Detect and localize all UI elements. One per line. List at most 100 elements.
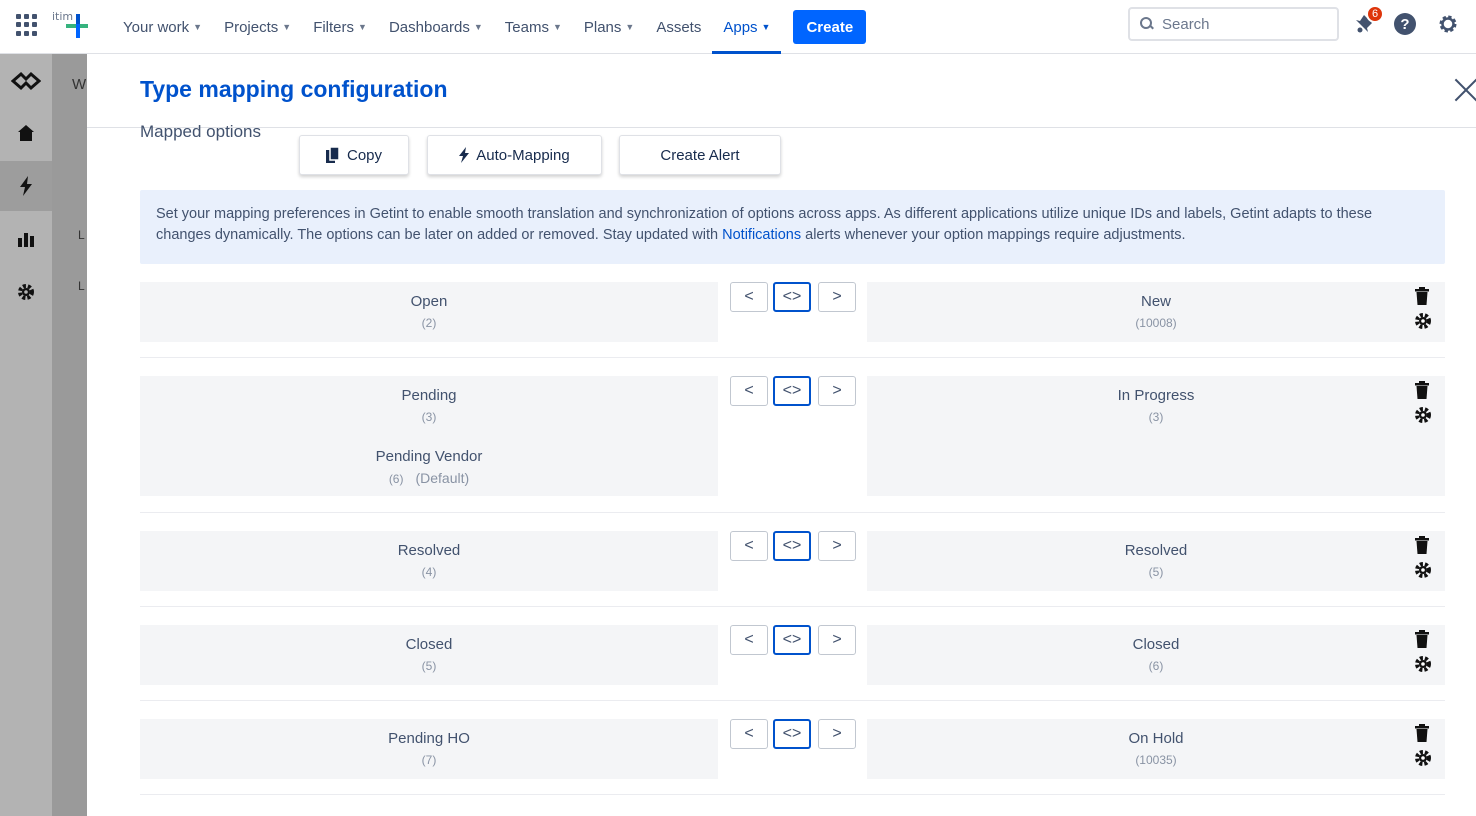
app-switcher-icon[interactable] (16, 14, 38, 36)
nav-apps[interactable]: Apps ▼ (712, 0, 782, 54)
left-option-card[interactable]: Resolved (4) (140, 531, 718, 591)
row-divider (140, 700, 1445, 701)
option-id: (7) (421, 753, 437, 767)
nav-projects[interactable]: Projects ▼ (213, 0, 302, 54)
trash-icon[interactable] (1414, 381, 1430, 399)
right-option-card[interactable]: Closed (6) (867, 625, 1445, 685)
chevron-down-icon: ▼ (282, 22, 292, 32)
trash-icon[interactable] (1414, 287, 1430, 305)
nav-plans-label: Plans (583, 18, 622, 36)
logo[interactable]: itim (52, 8, 92, 42)
gear-icon[interactable] (1414, 406, 1432, 424)
option-id: (5) (421, 659, 437, 673)
search-input[interactable]: Search (1128, 7, 1339, 41)
nav-filters[interactable]: Filters ▼ (302, 0, 378, 54)
option-name: Pending Vendor (375, 448, 483, 465)
option-name: Open (410, 293, 448, 310)
nav-projects-label: Projects (224, 18, 279, 36)
create-alert-label: Create Alert (660, 146, 740, 164)
rail-settings-icon[interactable] (0, 267, 52, 317)
settings-gear-icon[interactable] (1436, 12, 1460, 36)
right-option-card[interactable]: New (10008) (867, 282, 1445, 342)
map-both-button[interactable]: <> (773, 376, 811, 406)
map-both-button[interactable]: <> (773, 719, 811, 749)
info-text-after: alerts whenever your option mappings req… (801, 227, 1186, 243)
map-left-button[interactable]: < (730, 282, 768, 312)
option-id-with-default: (6) (Default) (140, 470, 718, 486)
option-name: Closed (405, 636, 453, 653)
nav-plans[interactable]: Plans ▼ (573, 0, 645, 54)
option-id: (10008) (1135, 316, 1177, 330)
nav-apps-label: Apps (723, 18, 758, 36)
notification-badge: 6 (1366, 5, 1384, 23)
gear-icon[interactable] (1414, 749, 1432, 767)
gear-icon[interactable] (1414, 561, 1432, 579)
right-option-card[interactable]: In Progress (3) (867, 376, 1445, 496)
map-right-button[interactable]: > (818, 376, 856, 406)
row-divider (140, 357, 1445, 358)
rail-chart-icon[interactable] (0, 214, 52, 264)
option-id: (3) (1148, 410, 1164, 424)
option-name: On Hold (1128, 730, 1184, 747)
trash-icon[interactable] (1414, 724, 1430, 742)
left-option-card[interactable]: Pending HO (7) (140, 719, 718, 779)
create-button[interactable]: Create (793, 10, 867, 44)
modal-title: Type mapping configuration (140, 76, 448, 102)
gear-icon[interactable] (1414, 655, 1432, 673)
map-both-button[interactable]: <> (773, 282, 811, 312)
create-alert-button[interactable]: Create Alert (619, 135, 781, 175)
right-option-card[interactable]: On Hold (10035) (867, 719, 1445, 779)
nav-your-work[interactable]: Your work ▼ (112, 0, 213, 54)
map-left-button[interactable]: < (730, 719, 768, 749)
map-left-button[interactable]: < (730, 625, 768, 655)
trash-icon[interactable] (1414, 536, 1430, 554)
rail-home-icon[interactable] (0, 108, 52, 158)
rail-sync-icon[interactable] (0, 56, 52, 106)
option-name: New (1140, 293, 1171, 310)
option-name: In Progress (1117, 387, 1195, 404)
option-id: (5) (1148, 565, 1164, 579)
left-option-card[interactable]: Open (2) (140, 282, 718, 342)
copy-icon (325, 147, 340, 163)
chevron-down-icon: ▼ (552, 22, 562, 32)
nav-dashboards[interactable]: Dashboards ▼ (378, 0, 494, 54)
nav-assets-label: Assets (656, 18, 702, 36)
option-id: (6) (1148, 659, 1164, 673)
map-right-button[interactable]: > (818, 719, 856, 749)
map-right-button[interactable]: > (818, 282, 856, 312)
rail-lightning-icon[interactable] (0, 161, 52, 211)
nav-teams-label: Teams (504, 18, 549, 36)
notifications-link[interactable]: Notifications (722, 227, 801, 243)
map-right-button[interactable]: > (818, 625, 856, 655)
trash-icon[interactable] (1414, 630, 1430, 648)
left-option-card[interactable]: Closed (5) (140, 625, 718, 685)
search-placeholder: Search (1162, 15, 1210, 33)
close-icon[interactable] (1454, 78, 1476, 102)
chevron-down-icon: ▼ (625, 22, 635, 32)
map-both-button[interactable]: <> (773, 625, 811, 655)
auto-mapping-button[interactable]: Auto-Mapping (427, 135, 602, 175)
nav-menu: Your work ▼ Projects ▼ Filters ▼ Dashboards… (112, 0, 867, 54)
option-id: (4) (421, 565, 437, 579)
mapped-options-label: Mapped options (140, 122, 261, 141)
left-rail (0, 54, 52, 816)
chevron-down-icon: ▼ (358, 22, 367, 32)
option-name: Pending HO (388, 730, 470, 747)
copy-button[interactable]: Copy (299, 135, 409, 175)
map-left-button[interactable]: < (730, 376, 768, 406)
help-icon[interactable]: ? (1394, 13, 1416, 35)
nav-assets[interactable]: Assets (645, 0, 712, 54)
chevron-down-icon: ▼ (761, 22, 771, 32)
nav-teams[interactable]: Teams ▼ (494, 0, 573, 54)
map-left-button[interactable]: < (730, 531, 768, 561)
gear-icon[interactable] (1414, 312, 1432, 330)
right-option-card[interactable]: Resolved (5) (867, 531, 1445, 591)
side-panel-fragment: L (78, 228, 85, 242)
nav-your-work-label: Your work (123, 18, 190, 36)
copy-label: Copy (346, 146, 383, 164)
search-icon (1140, 17, 1154, 31)
info-message: Set your mapping preferences in Getint t… (140, 190, 1445, 264)
left-option-card[interactable]: Pending (3) Pending Vendor (6) (Default) (140, 376, 718, 496)
map-both-button[interactable]: <> (773, 531, 811, 561)
map-right-button[interactable]: > (818, 531, 856, 561)
